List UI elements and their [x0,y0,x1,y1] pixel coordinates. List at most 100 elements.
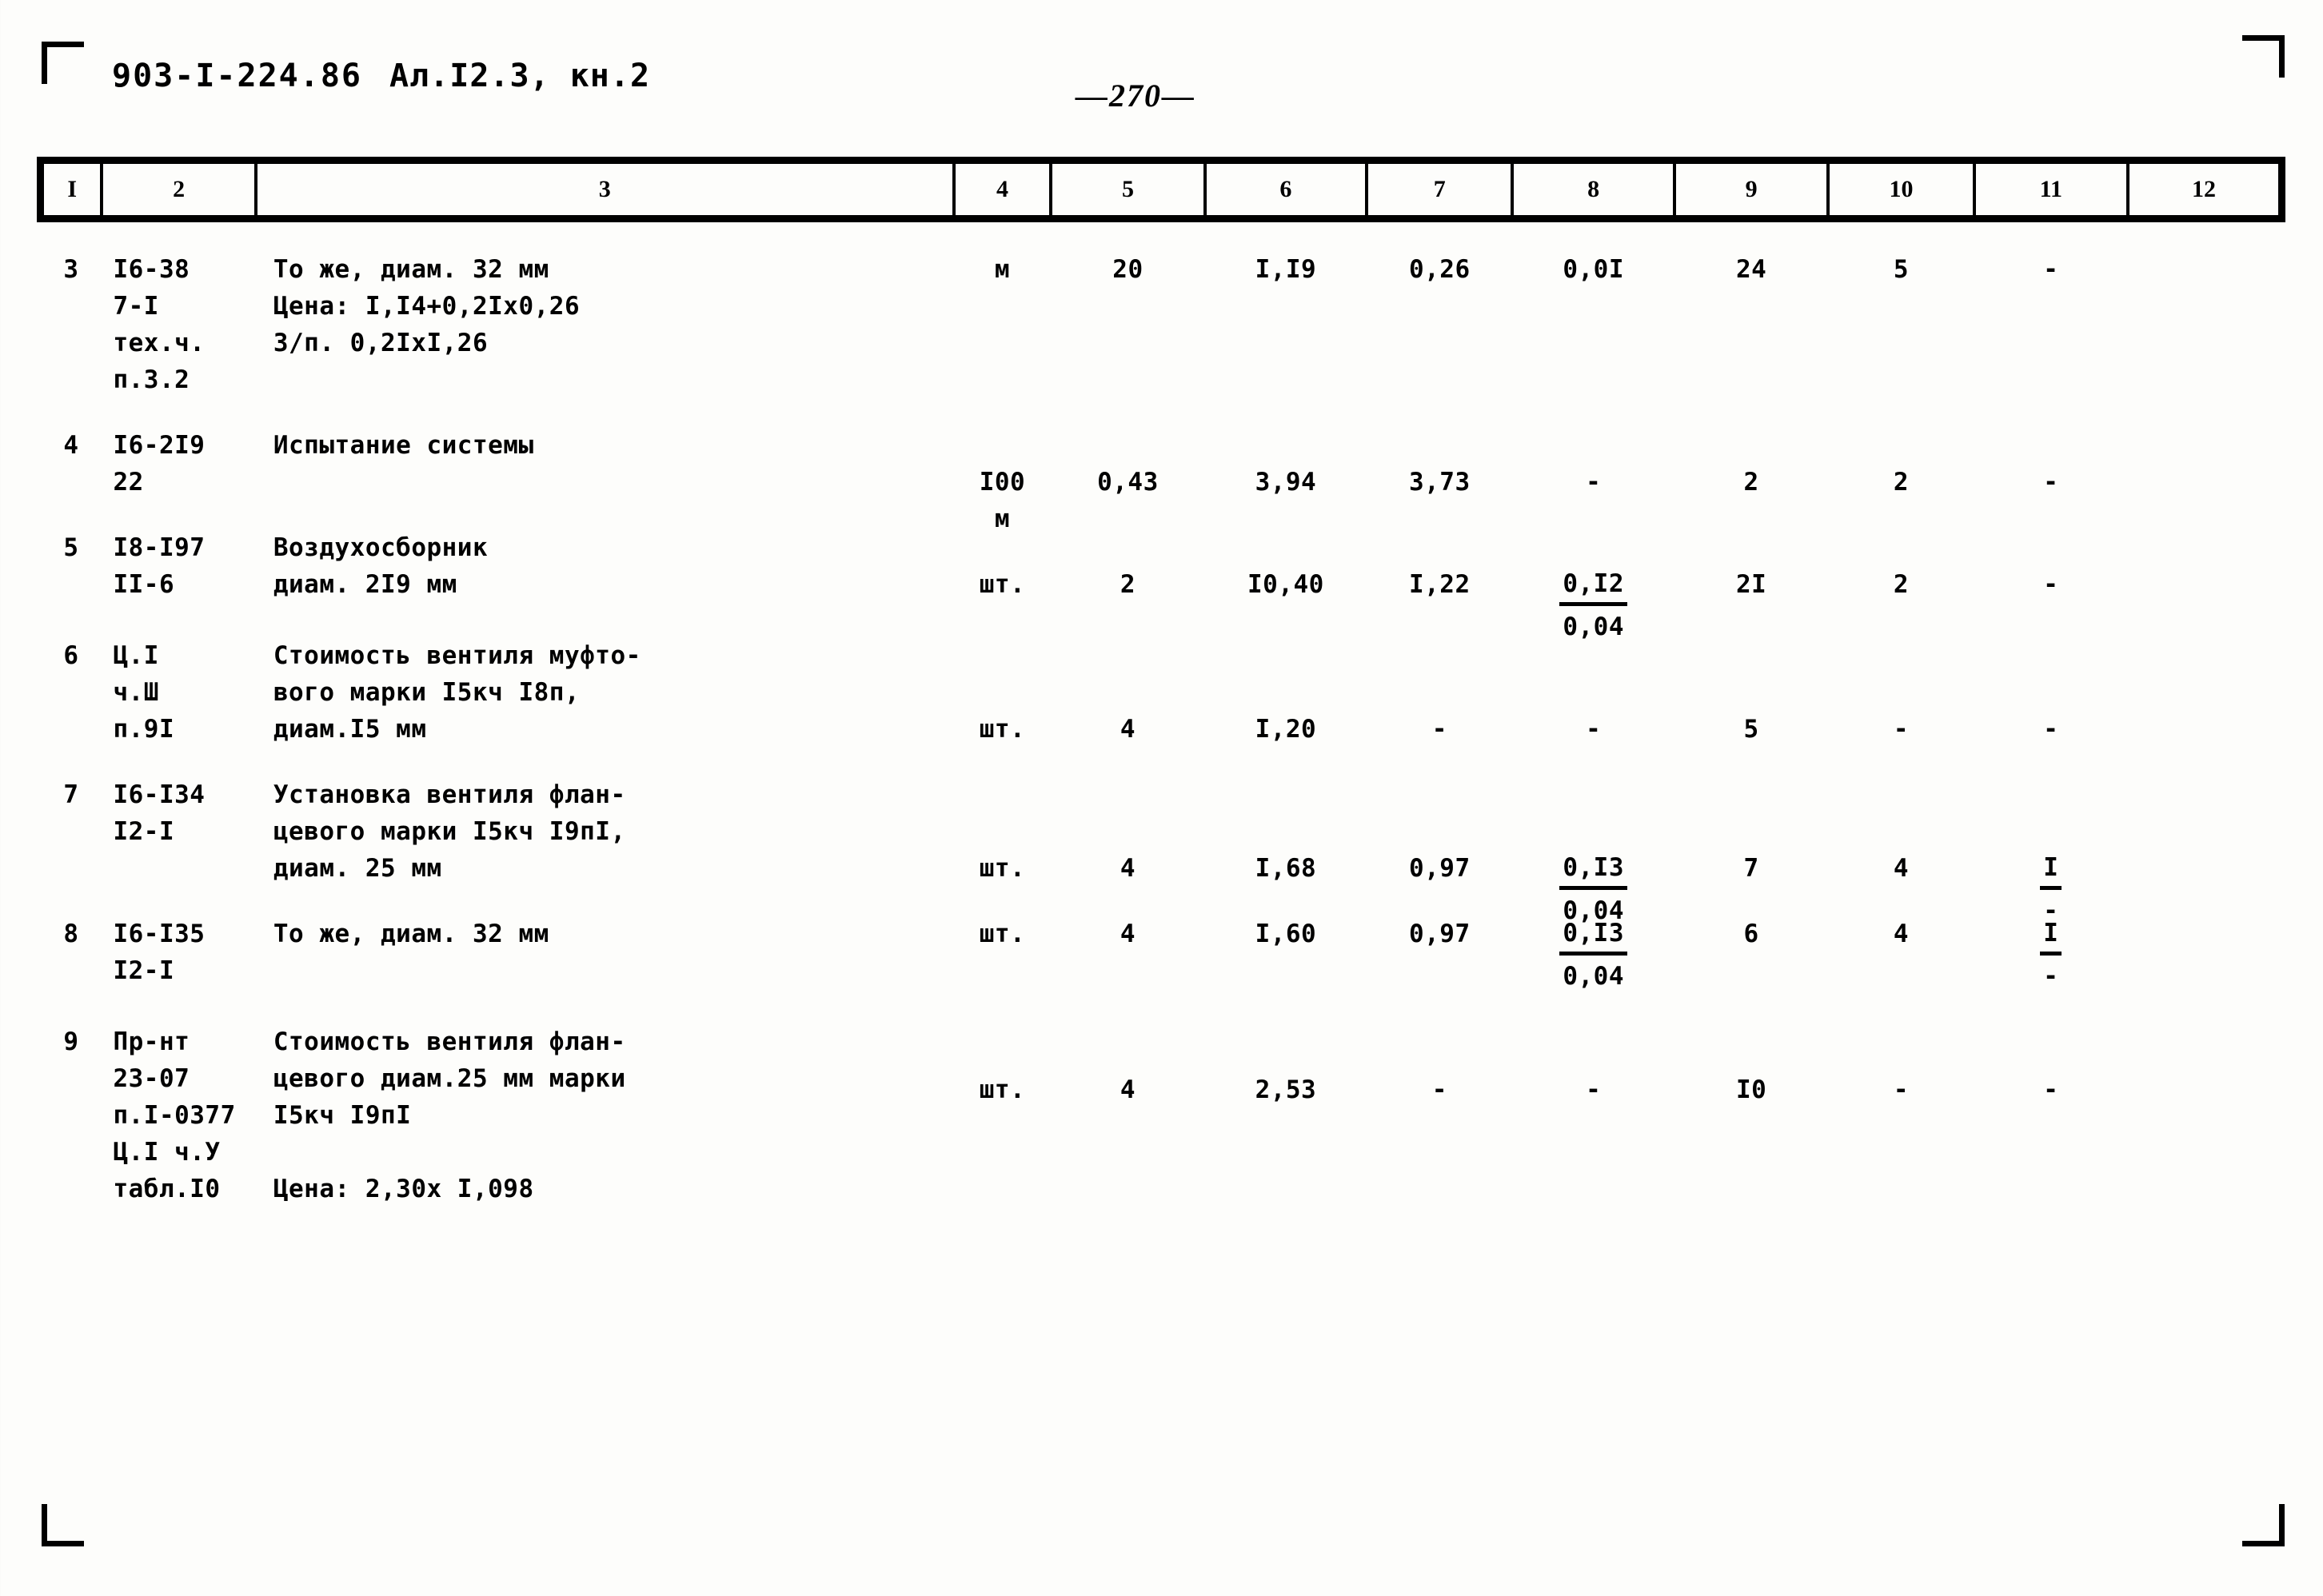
table-row: 9 Пр-нт 23-07 п.I-0377 Ц.I ч.У табл.I0 Стоимос… [41,1023,2282,1207]
row-col7-value: - [1431,715,1447,744]
column-header-12: 12 [2125,160,2285,219]
row-col12-value [2128,529,2282,608]
row-col10-value: 4 [1893,854,1910,883]
row-description: Стоимость вентиля флан-цевого диам.25 мм… [273,1027,626,1203]
row-quantity: 0,43 [1097,468,1159,497]
row-spacer [41,219,2282,252]
column-header-10: 10 [1826,160,1976,219]
row-number: 3 [63,255,79,284]
row-unit: м [994,255,1011,284]
row-number: 5 [63,533,79,562]
row-number: 9 [63,1027,79,1056]
row-col10-value: - [1893,715,1910,744]
row-col6-value: I,68 [1255,854,1317,883]
row-spacer [41,887,2282,916]
row-unit: шт. [979,920,1026,948]
table-row: 3 I6-38 7-I тех.ч. п.3.2 То же, диам. 32 мм Це… [41,251,2282,398]
row-unit: шт. [979,570,1026,599]
row-col8-value: - [1586,715,1602,744]
estimate-table: I 2 3 4 5 6 7 8 9 10 11 12 3 I6-38 7-I тех.… [37,157,2285,1236]
table-row: 7 I6-I34 I2-I Установка вентиля флан-цевого… [41,776,2282,925]
row-col11-value: - [2043,715,2059,744]
row-col12-value [2128,637,2282,748]
table: I 2 3 4 5 6 7 8 9 10 11 12 3 I6-38 7-I тех.… [37,157,2285,1236]
row-col9-value: 5 [1743,715,1759,744]
table-header-row: I 2 3 4 5 6 7 8 9 10 11 12 [37,160,2285,219]
row-col6-value: I0,40 [1247,570,1324,599]
row-col10-value: 5 [1893,255,1910,284]
row-col7-value: I,22 [1408,570,1471,599]
row-description: Испытание системы [273,431,534,460]
row-number: 6 [63,641,79,670]
row-col12-value [2128,916,2282,995]
row-col11-value: - [2043,468,2059,497]
row-col7-value: 3,73 [1408,468,1471,497]
row-spacer [41,501,2282,529]
row-col8-value: 0,0I [1563,255,1624,284]
row-description: То же, диам. 32 мм Цена: I,I4+0,2Iх0,26 З/… [273,255,581,357]
row-col7-value: 0,26 [1408,255,1471,284]
row-col6-value: I,I9 [1255,255,1317,284]
row-unit: шт. [979,854,1026,883]
row-norm-code: I6-I34 I2-I [113,780,206,846]
row-col9-value: I0 [1735,1075,1767,1104]
row-col11-value: I- [1974,776,2128,925]
row-col11-value: - [2043,1075,2059,1104]
row-col6-value: 3,94 [1255,468,1317,497]
crop-mark-bottom-left [42,1504,84,1546]
row-spacer [41,748,2282,776]
row-number: 4 [63,431,79,460]
row-quantity: 4 [1120,854,1136,883]
scanned-page: 903-I-224.86 Ал.I2.3, кн.2 —270— I 2 3 4… [0,0,2323,1596]
row-description: Стоимость вентиля муфто-вого марки I5кч … [273,641,641,744]
row-col6-value: I,20 [1255,715,1317,744]
row-spacer [41,398,2282,427]
row-norm-code: I6-38 7-I тех.ч. п.3.2 [113,255,206,394]
row-col7-value: - [1431,1075,1447,1104]
column-header-8: 8 [1511,160,1676,219]
table-body: 3 I6-38 7-I тех.ч. п.3.2 То же, диам. 32 мм Це… [41,251,2282,1236]
column-header-4: 4 [952,160,1053,219]
row-quantity: 2 [1120,570,1136,599]
row-col9-value: 2I [1735,570,1767,599]
column-header-5: 5 [1049,160,1207,219]
column-header-1: I [37,160,104,219]
row-number: 7 [63,780,79,809]
row-norm-code: I8-I97 II-6 [113,533,206,599]
row-norm-code: I6-2I9 22 [113,431,206,497]
document-series-code: 903-I-224.86 [112,58,362,94]
row-col10-value: - [1893,1075,1910,1104]
row-col8-value: 0,I3 0,04 [1512,776,1674,925]
table-row: 5 I8-I97 II-6 Воздухосборник диам. 2I9 мм шт.… [41,529,2282,641]
row-unit: шт. [979,1075,1026,1104]
row-col8-value: - [1586,1075,1602,1104]
row-description: Воздухосборник диам. 2I9 мм [273,533,489,599]
row-col9-value: 2 [1743,468,1759,497]
row-col12-value [2128,776,2282,887]
crop-mark-top-right [2242,35,2285,78]
document-album-label: Ал.I2.3, кн.2 [389,58,651,94]
row-col9-value: 6 [1743,920,1759,948]
row-spacer [41,608,2282,637]
crop-mark-bottom-right [2242,1504,2285,1546]
row-norm-code: Пр-нт 23-07 п.I-0377 Ц.I ч.У табл.I0 [113,1027,236,1203]
column-header-2: 2 [100,160,257,219]
crop-mark-top-left [42,42,84,84]
column-header-7: 7 [1365,160,1515,219]
row-col10-value: 2 [1893,468,1910,497]
row-col6-value: I,60 [1255,920,1317,948]
row-unit: I00 м [979,468,1026,533]
column-header-11: 11 [1972,160,2129,219]
table-row: 4 I6-2I9 22 Испытание системы I00 м 0,43 3,94 3,… [41,427,2282,533]
row-quantity: 4 [1120,920,1136,948]
column-header-6: 6 [1203,160,1369,219]
row-description: Установка вентиля флан-цевого марки I5кч… [273,780,626,883]
column-header-9: 9 [1672,160,1830,219]
row-col10-value: 4 [1893,920,1910,948]
row-col9-value: 24 [1735,255,1767,284]
row-col9-value: 7 [1743,854,1759,883]
row-col10-value: 2 [1893,570,1910,599]
row-col8-value: 0,I2 0,04 [1512,529,1674,641]
row-col6-value: 2,53 [1255,1075,1317,1104]
row-col8-value: - [1586,468,1602,497]
